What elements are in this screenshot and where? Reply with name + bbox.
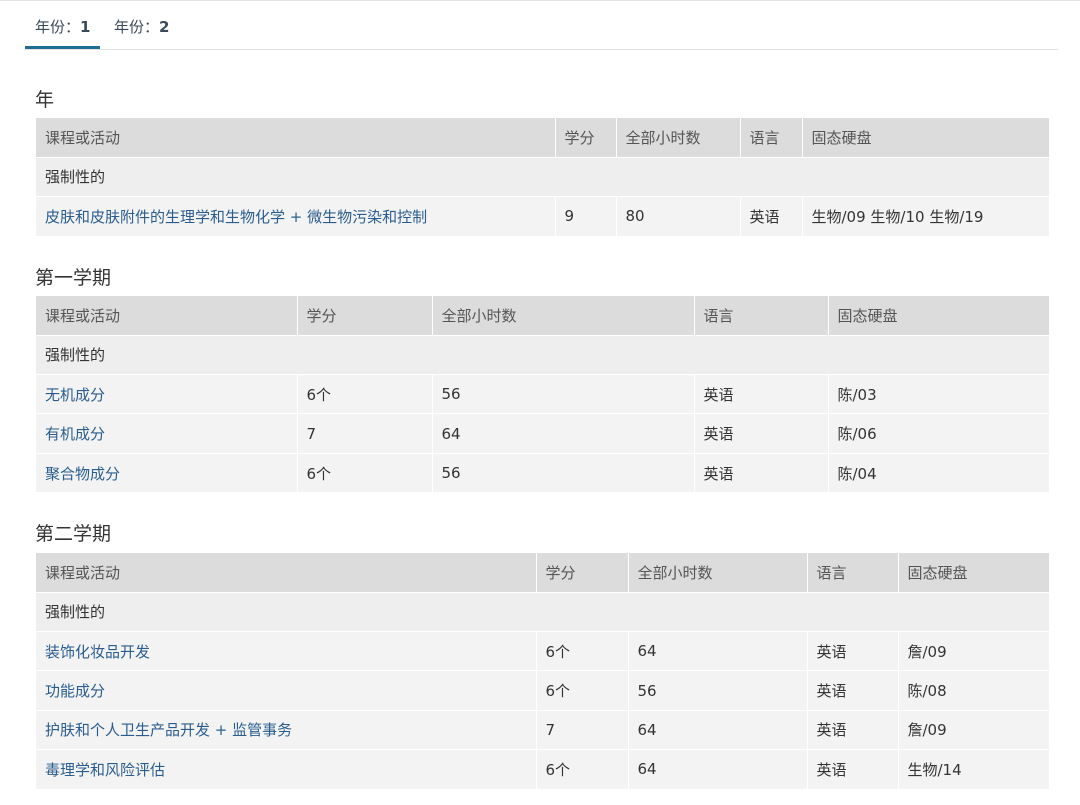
language-cell: 英语 [806,748,898,789]
tab-year-2-label: 年份： [114,18,160,36]
course-link[interactable]: 功能成分 [45,682,105,700]
ssd-cell: 生物/09 生物/10 生物/19 [801,196,1049,236]
header-course: 课程或活动 [36,296,297,336]
course-cell: 聚合物成分 [36,452,297,493]
header-credits: 学分 [296,296,432,336]
tab-year-2[interactable]: 年份：2 [114,16,169,37]
language-cell: 英语 [806,631,898,671]
credits-cell: 6个 [535,670,628,711]
hours-cell: 64 [627,631,807,671]
header-course: 课程或活动 [36,553,536,593]
course-table-semester-2: 课程或活动 学分 全部小时数 语言 固态硬盘 强制性的 装饰化妆品开发 6个 6… [36,553,1049,789]
course-cell: 功能成分 [36,670,536,711]
header-ssd: 固态硬盘 [827,296,1049,336]
course-link[interactable]: 有机成分 [45,425,105,443]
language-cell: 英语 [693,452,828,493]
table-row: 功能成分 6个 56 英语 陈/08 [36,670,1049,711]
group-label: 强制性的 [36,156,1049,197]
language-cell: 英语 [693,413,828,454]
table-header-row: 课程或活动 学分 全部小时数 语言 固态硬盘 [36,118,1049,158]
header-language: 语言 [693,296,828,336]
tab-year-2-number: 2 [159,18,170,36]
credits-cell: 7 [296,413,432,454]
table-row: 无机成分 6个 56 英语 陈/03 [36,374,1049,414]
header-course: 课程或活动 [36,118,555,158]
header-language: 语言 [806,553,898,593]
course-link[interactable]: 毒理学和风险评估 [45,761,165,779]
section-title-semester-1: 第一学期 [35,267,112,289]
tab-year-1-label: 年份： [35,18,81,36]
group-row: 强制性的 [36,334,1049,375]
group-label: 强制性的 [36,334,1049,375]
ssd-cell: 詹/09 [897,709,1049,750]
ssd-cell: 陈/06 [827,413,1049,454]
course-cell: 有机成分 [36,413,297,454]
table-row: 装饰化妆品开发 6个 64 英语 詹/09 [36,631,1049,671]
header-ssd: 固态硬盘 [801,118,1049,158]
group-label: 强制性的 [36,591,1049,632]
table-row: 聚合物成分 6个 56 英语 陈/04 [36,452,1049,493]
page: 年份：1 年份：2 年 课程或活动 学分 全部小时数 语言 固态硬盘 强制性的 … [0,0,1080,805]
table-row: 有机成分 7 64 英语 陈/06 [36,413,1049,454]
language-cell: 英语 [693,374,828,414]
group-row: 强制性的 [36,156,1049,197]
credits-cell: 6个 [296,374,432,414]
group-row: 强制性的 [36,591,1049,632]
header-credits: 学分 [554,118,616,158]
ssd-cell: 詹/09 [897,631,1049,671]
credits-cell: 9 [554,196,616,236]
course-link[interactable]: 皮肤和皮肤附件的生理学和生物化学 + 微生物污染和控制 [45,208,427,226]
course-cell: 装饰化妆品开发 [36,631,536,671]
course-cell: 护肤和个人卫生产品开发 + 监管事务 [36,709,536,750]
header-hours: 全部小时数 [615,118,740,158]
course-link[interactable]: 聚合物成分 [45,465,120,483]
course-link[interactable]: 无机成分 [45,386,105,404]
language-cell: 英语 [806,709,898,750]
hours-cell: 64 [627,709,807,750]
course-table-year: 课程或活动 学分 全部小时数 语言 固态硬盘 强制性的 皮肤和皮肤附件的生理学和… [36,118,1049,236]
course-cell: 皮肤和皮肤附件的生理学和生物化学 + 微生物污染和控制 [36,196,555,236]
header-hours: 全部小时数 [431,296,694,336]
table-header-row: 课程或活动 学分 全部小时数 语言 固态硬盘 [36,553,1049,593]
table-row: 毒理学和风险评估 6个 64 英语 生物/14 [36,748,1049,789]
year-tabs: 年份：1 年份：2 [25,0,1058,50]
hours-cell: 56 [431,374,694,414]
hours-cell: 64 [431,413,694,454]
ssd-cell: 陈/08 [897,670,1049,711]
header-language: 语言 [739,118,802,158]
tab-year-1[interactable]: 年份：1 [35,16,90,37]
hours-cell: 56 [431,452,694,493]
hours-cell: 64 [627,748,807,789]
header-ssd: 固态硬盘 [897,553,1049,593]
ssd-cell: 生物/14 [897,748,1049,789]
course-link[interactable]: 护肤和个人卫生产品开发 + 监管事务 [45,721,292,739]
table-header-row: 课程或活动 学分 全部小时数 语言 固态硬盘 [36,296,1049,336]
active-tab-indicator [25,46,100,49]
tab-year-1-number: 1 [80,18,91,36]
credits-cell: 6个 [296,452,432,493]
section-title-year: 年 [35,89,55,111]
ssd-cell: 陈/03 [827,374,1049,414]
header-hours: 全部小时数 [627,553,807,593]
hours-cell: 80 [615,196,740,236]
credits-cell: 6个 [535,748,628,789]
credits-cell: 6个 [535,631,628,671]
header-credits: 学分 [535,553,628,593]
course-link[interactable]: 装饰化妆品开发 [45,643,150,661]
hours-cell: 56 [627,670,807,711]
section-title-semester-2: 第二学期 [35,523,112,545]
table-row: 皮肤和皮肤附件的生理学和生物化学 + 微生物污染和控制 9 80 英语 生物/0… [36,196,1049,236]
language-cell: 英语 [806,670,898,711]
course-table-semester-1: 课程或活动 学分 全部小时数 语言 固态硬盘 强制性的 无机成分 6个 56 英… [36,296,1049,493]
course-cell: 毒理学和风险评估 [36,748,536,789]
language-cell: 英语 [739,196,802,236]
ssd-cell: 陈/04 [827,452,1049,493]
course-cell: 无机成分 [36,374,297,414]
table-row: 护肤和个人卫生产品开发 + 监管事务 7 64 英语 詹/09 [36,709,1049,750]
credits-cell: 7 [535,709,628,750]
